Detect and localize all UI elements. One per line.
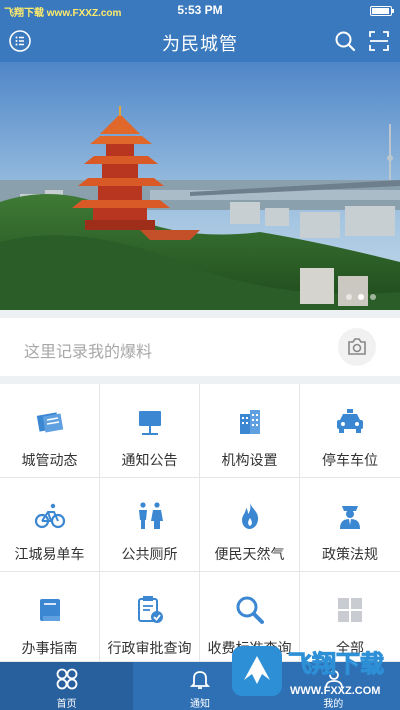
grid-item-label: 江城易单车 — [14, 546, 85, 562]
grid-item-restroom[interactable]: 公共厕所 — [100, 478, 200, 572]
banner-pager[interactable] — [346, 294, 376, 300]
bell-icon — [190, 671, 211, 689]
app-header: 为民城管 — [0, 22, 400, 62]
grid-item-label: 办事指南 — [21, 640, 78, 656]
hero-banner[interactable] — [0, 62, 400, 310]
report-placeholder[interactable]: 这里记录我的爆料 — [24, 338, 152, 362]
bicycle-icon — [34, 503, 66, 529]
grid-item-notice[interactable]: 通知公告 — [100, 384, 200, 478]
grid-item-guide[interactable]: 办事指南 — [0, 572, 100, 662]
grid-item-bike[interactable]: 江城易单车 — [0, 478, 100, 572]
grid-item-news[interactable]: 城管动态 — [0, 384, 100, 478]
grid-item-label: 停车车位 — [322, 452, 378, 468]
grid-item-org[interactable]: 机构设置 — [200, 384, 300, 478]
grid-item-label: 机构设置 — [221, 452, 278, 468]
grid-item-label: 行政审批查询 — [107, 640, 192, 656]
home-grid-icon — [56, 668, 78, 690]
tab-home[interactable]: 首页 — [0, 662, 134, 710]
tab-label: 首页 — [56, 699, 77, 710]
grid-item-parking[interactable]: 停车车位 — [300, 384, 400, 478]
watermark-url: WWW.FXXZ.COM — [290, 685, 380, 697]
grid-item-label: 便民天然气 — [214, 546, 285, 562]
pager-dot[interactable] — [370, 294, 376, 300]
report-input-bar[interactable]: 这里记录我的爆料 — [0, 318, 400, 376]
grid-item-label: 公共厕所 — [121, 546, 178, 562]
approval-icon — [138, 596, 163, 623]
watermark-brand: 飞翔下载 — [288, 650, 384, 678]
search-icon[interactable] — [334, 30, 356, 52]
car-icon — [337, 409, 363, 433]
building-icon — [240, 410, 260, 434]
status-time: 5:53 PM — [177, 3, 223, 17]
notice-board-icon — [139, 411, 161, 435]
magnifier-icon — [236, 596, 264, 624]
grid-item-label: 城管动态 — [21, 452, 78, 468]
grid-item-label: 政策法规 — [322, 546, 378, 562]
grid-item-label: 通知公告 — [121, 452, 178, 468]
police-icon — [340, 506, 360, 529]
grid-item-policy[interactable]: 政策法规 — [300, 478, 400, 572]
service-grid: 城管动态 通知公告 机构设置 停车车位 江城易单车 公共厕所 便民天然气 政策法… — [0, 384, 400, 662]
scan-icon[interactable] — [368, 30, 390, 52]
status-bar: 飞翔下载 www.FXXZ.com 5:53 PM — [0, 0, 400, 22]
book-icon — [40, 599, 60, 621]
watermark-logo: 飞翔下载 WWW.FXXZ.COM — [232, 646, 385, 697]
battery-icon — [370, 6, 394, 16]
grid-item-gas[interactable]: 便民天然气 — [200, 478, 300, 572]
news-icon — [36, 412, 64, 433]
yellow-crane-tower-image — [0, 62, 400, 310]
pager-dot[interactable] — [346, 294, 352, 300]
grid-item-approval[interactable]: 行政审批查询 — [100, 572, 200, 662]
all-grid-icon — [338, 598, 362, 622]
pager-dot-active[interactable] — [358, 294, 364, 300]
flame-icon — [242, 503, 259, 529]
restroom-icon — [139, 502, 163, 529]
camera-icon[interactable] — [338, 328, 376, 366]
